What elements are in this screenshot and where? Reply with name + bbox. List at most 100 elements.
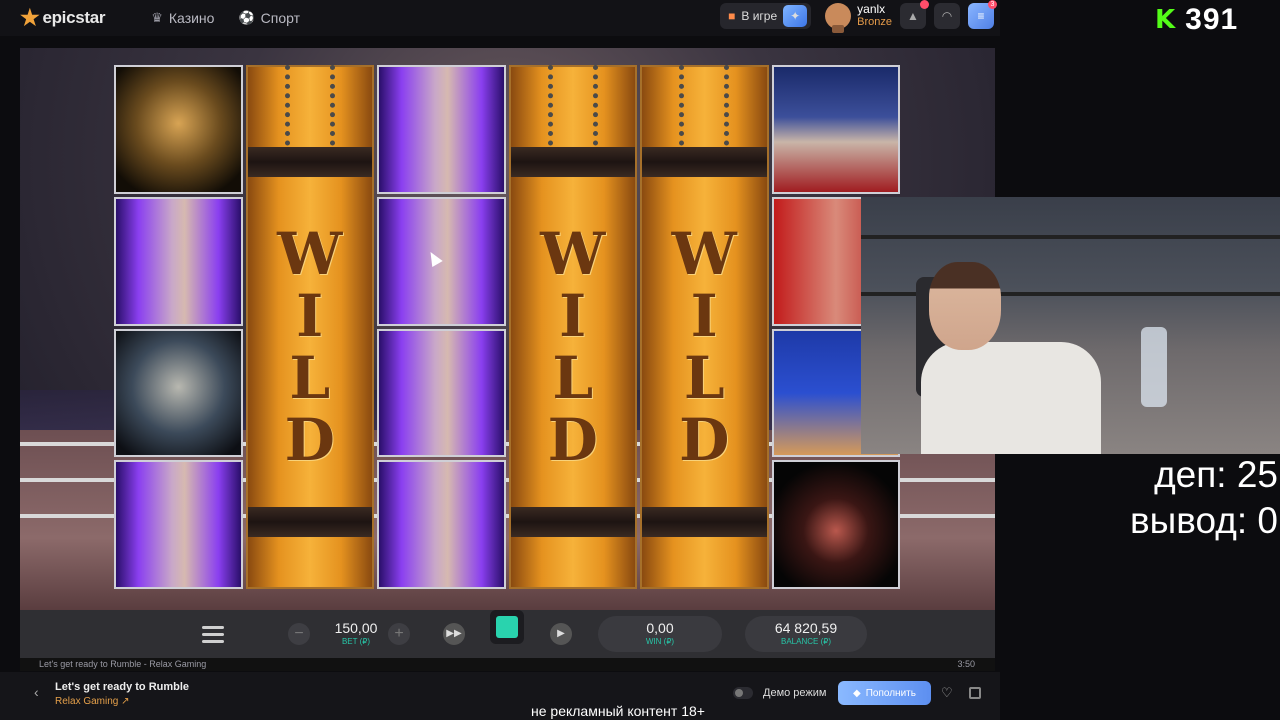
win-label: WIN (₽) [645,637,675,646]
main-nav: ♛ Казино ⚽ Спорт [151,10,300,26]
reel-4: WILD [508,65,637,589]
notifications-button[interactable]: ▲ [900,0,929,29]
header-actions: ■ В игре ✦ yanlx Bronze ▲ ◠ ≡ 3 [720,0,997,33]
wild-letter: D [284,406,335,474]
bag-band [247,147,372,177]
win-value: 0,00 [646,620,674,636]
balance-display: 64 820,59 BALANCE (₽) [745,616,867,652]
nav-casino[interactable]: ♛ Казино [151,10,214,26]
user-rank: Bronze [857,16,892,28]
menu-badge: 3 [988,0,997,9]
wild-letter: I [690,282,718,350]
boxer-symbol [114,328,243,458]
screen: ★ epicstar ♛ Казино ⚽ Спорт ■ В игре ✦ y… [0,0,1280,720]
wild-letter: L [289,344,331,412]
win-display: 0,00 WIN (₽) [598,616,722,652]
game-menu-button[interactable] [202,623,224,645]
wild-letter: D [547,406,598,474]
autoplay-button[interactable]: ▶ [550,623,572,645]
epicstar-logo[interactable]: ★ epicstar [20,5,106,30]
game-title: Let's get ready to Rumble [55,681,190,693]
menu-bar [202,625,224,629]
favorite-heart-icon[interactable]: ♡ [941,685,953,701]
headset-icon: ◠ [941,9,953,23]
bet-value: 150,00 [334,620,378,636]
kick-viewers: K 391 [1155,3,1238,37]
nav-sport[interactable]: ⚽ Спорт [238,10,300,26]
support-button[interactable]: ◠ [934,3,960,29]
streamer-head [929,262,1001,350]
provider-link[interactable]: Relax Gaming ↗ [55,696,130,707]
balance-label: BALANCE (₽) [781,637,831,646]
wallet-icon: ◆ [853,687,861,699]
water-bottle [1141,327,1167,407]
menu-icon: ≡ [977,9,985,23]
wild-letter: W [540,220,606,288]
bet-label: BET (₽) [341,637,371,646]
menu-bar [202,639,224,643]
user-profile[interactable]: yanlx Bronze [825,2,892,33]
bag-band [247,507,372,537]
boxer-symbol [377,328,506,458]
turbo-button[interactable]: ▶▶ [443,623,465,645]
disclaimer-text: не рекламный контент 18+ [531,703,705,719]
username: yanlx [857,2,886,16]
bet-increase-button[interactable]: + [388,623,410,645]
reel-grid: WILDWILDWILD [114,65,900,589]
game-clock: 3:50 [957,659,975,669]
streamer-webcam [861,197,1280,454]
demo-mode-label: Демо режим [763,687,827,699]
wild-letter: I [296,282,324,350]
bag-band [510,507,635,537]
crown-icon: ♛ [151,10,163,25]
wild-punching-bag-symbol: WILD [640,65,769,589]
bet-decrease-button[interactable]: − [288,623,310,645]
balance-value: 64 820,59 [774,620,838,636]
demo-mode-toggle[interactable] [733,687,753,699]
bag-band [642,507,767,537]
boxer-symbol [114,196,243,326]
avatar [825,3,852,33]
spin-stop-button[interactable] [490,610,524,644]
topup-button[interactable]: ◆ Пополнить [838,681,931,705]
wild-punching-bag-symbol: WILD [508,65,637,589]
reel-3 [377,65,506,589]
ball-icon: ⚽ [238,10,255,25]
boxer-symbol [377,65,506,194]
logo-text: epicstar [42,8,106,27]
boxer-symbol [114,65,243,194]
game-status-bar: Let's get ready to Rumble - Relax Gaming… [20,658,995,671]
back-chevron-icon[interactable]: ‹ [34,684,39,700]
slot-game-area[interactable]: WILDWILDWILD [20,48,995,610]
bet-display: 150,00 BET (₽) [314,616,398,652]
shelf [861,235,1280,239]
menu-button[interactable]: ≡ 3 [968,0,997,29]
slot-controls: − 150,00 BET (₽) + ▶▶ ▶ 0,00 WIN (₽) 64 … [20,610,995,658]
wild-letter: I [559,282,587,350]
gift-icon[interactable]: ✦ [783,5,808,27]
kick-logo-icon: K [1155,5,1176,35]
bag-band [510,147,635,177]
wild-text: WILD [277,223,342,471]
in-game-label: В игре [741,9,778,23]
fullscreen-icon[interactable] [969,687,981,699]
wild-text: WILD [672,223,737,471]
wild-letter: D [679,406,730,474]
in-game-button[interactable]: ■ В игре ✦ [720,3,812,29]
boxer-symbol [377,460,506,589]
star-icon: ★ [20,5,40,30]
boxer-symbol [771,460,900,589]
reel-1 [114,65,243,589]
chain-icon [679,65,730,155]
streamer-body [921,342,1101,454]
menu-bar [202,632,224,636]
wild-letter: L [552,344,594,412]
deposit-stat: деп: 25 [1154,454,1278,495]
play-icon: ▶ [557,628,565,639]
reel-5: WILD [640,65,769,589]
wild-punching-bag-symbol: WILD [245,65,374,589]
gamepad-icon: ■ [728,9,736,23]
boxer-symbol [114,460,243,589]
nav-sport-label: Спорт [260,10,301,26]
viewer-count: 391 [1185,3,1239,36]
